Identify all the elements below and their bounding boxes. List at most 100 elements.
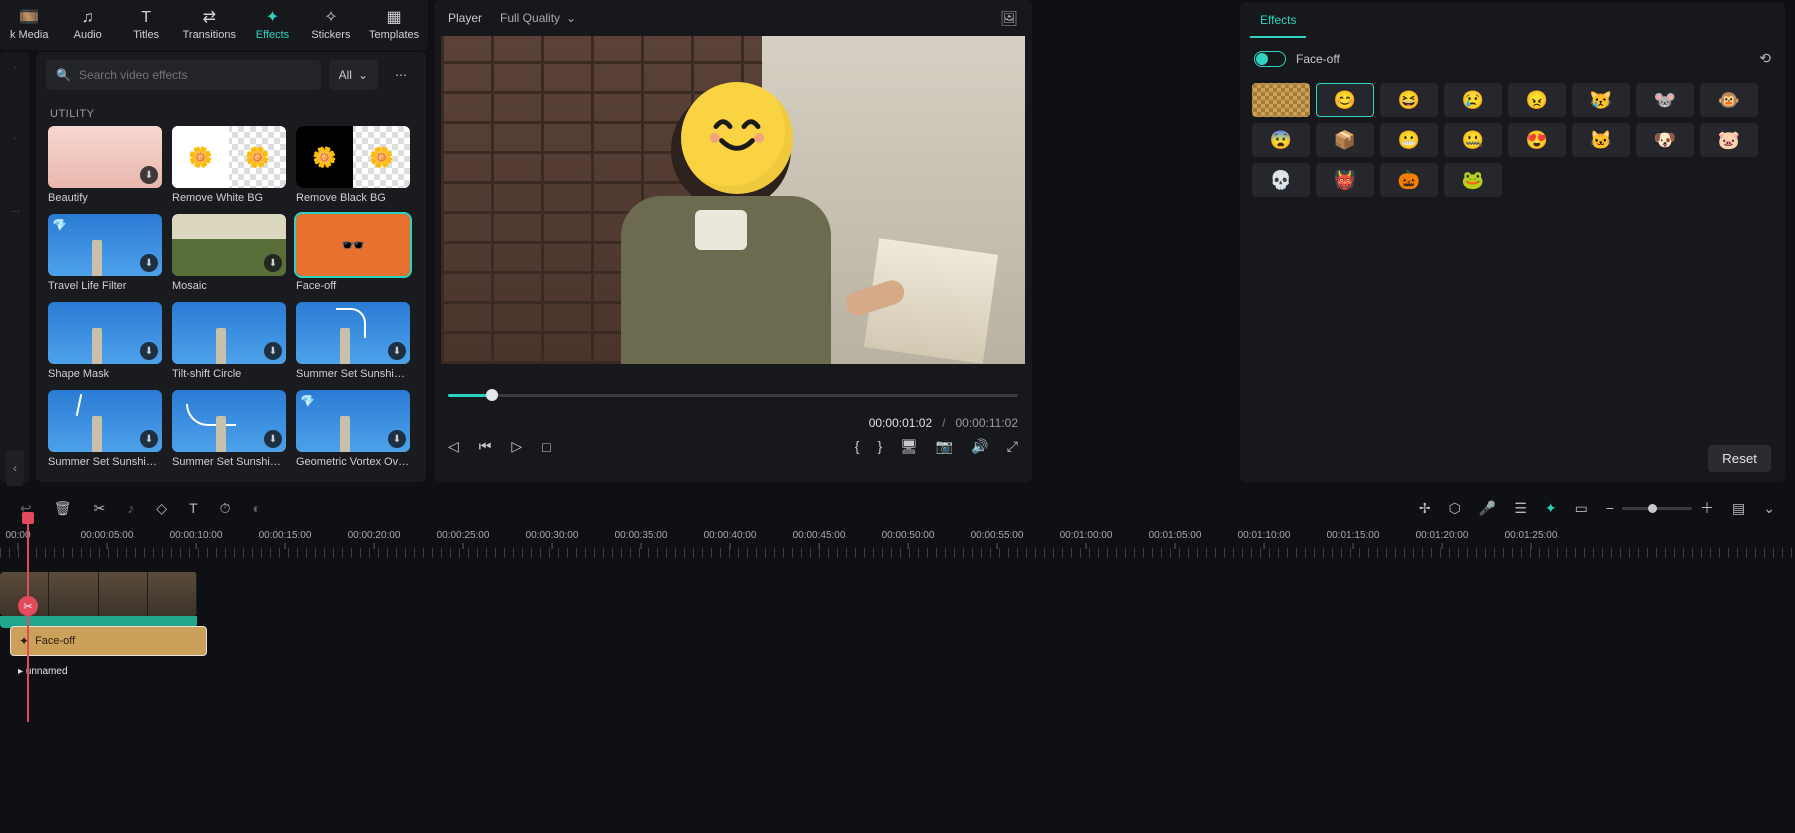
rail-item[interactable]: … — [10, 204, 20, 215]
quality-dropdown[interactable]: Full Quality ⌄ — [500, 11, 576, 25]
timeline-ruler[interactable]: 00:0000:00:05:0000:00:10:0000:00:15:0000… — [0, 526, 1795, 566]
tab-templates[interactable]: ▦ Templates — [360, 1, 428, 49]
effect-item-travel-life[interactable]: 💎 ⬇ Travel Life Filter — [48, 214, 162, 292]
download-icon[interactable]: ⬇ — [264, 430, 282, 448]
reset-button[interactable]: Reset — [1708, 445, 1771, 472]
effect-item-remove-black-bg[interactable]: 🌼🌼 Remove Black BG — [296, 126, 410, 204]
effect-item-tilt-shift[interactable]: ⬇ Tilt-shift Circle — [172, 302, 286, 380]
face-preset-ogre[interactable]: 👹 — [1316, 163, 1374, 197]
playhead-scissors-icon[interactable]: ✂ — [18, 596, 38, 616]
face-preset-dog[interactable]: 🐶 — [1636, 123, 1694, 157]
effect-item-beautify[interactable]: ⬇ Beautify — [48, 126, 162, 204]
display-icon[interactable]: 🖥 — [900, 438, 918, 455]
face-preset-frog[interactable]: 🐸 — [1444, 163, 1502, 197]
download-icon[interactable]: ⬇ — [388, 430, 406, 448]
color-tool-icon[interactable]: ◐ — [253, 500, 261, 516]
download-icon[interactable]: ⬇ — [264, 342, 282, 360]
effect-item-sunshine-3[interactable]: ⬇ Summer Set Sunshine ... — [172, 390, 286, 468]
face-preset-cat[interactable]: 😿 — [1572, 83, 1630, 117]
rail-item[interactable]: · — [13, 133, 16, 144]
seek-thumb[interactable] — [486, 389, 498, 401]
timeline-tracks[interactable]: ✦ Face-off ▸ unnamed — [0, 572, 1795, 752]
crop-tool-icon[interactable]: ◇ — [156, 500, 167, 517]
delete-tool-icon[interactable]: 🗑 — [54, 500, 72, 517]
effect-item-remove-white-bg[interactable]: 🌼🌼 Remove White BG — [172, 126, 286, 204]
download-icon[interactable]: ⬇ — [140, 342, 158, 360]
speed-tool-icon[interactable]: ⏱ — [220, 500, 231, 517]
effect-item-geometric-vortex[interactable]: 💎 ⬇ Geometric Vortex Ove... — [296, 390, 410, 468]
split-tool-icon[interactable]: ✂ — [94, 500, 106, 517]
tab-stickers[interactable]: ✧ Stickers — [302, 1, 360, 49]
face-preset-cry[interactable]: 😢 — [1444, 83, 1502, 117]
text-tool-icon[interactable]: T — [189, 500, 198, 516]
mic-tool-icon[interactable]: 🎤 — [1479, 500, 1496, 517]
effect-item-shape-mask[interactable]: ⬇ Shape Mask — [48, 302, 162, 380]
tab-titles[interactable]: T Titles — [117, 1, 175, 49]
tab-effects[interactable]: ✦ Effects — [243, 1, 301, 49]
properties-tab-effects[interactable]: Effects — [1250, 5, 1306, 38]
magnetic-tool-icon[interactable]: ✦ — [1545, 500, 1557, 517]
fullscreen-icon[interactable]: ⤢ — [1007, 438, 1018, 455]
face-preset-angry[interactable]: 😠 — [1508, 83, 1566, 117]
camera-icon[interactable]: 📷 — [936, 438, 953, 455]
face-preset-skull[interactable]: 💀 — [1252, 163, 1310, 197]
effect-item-sunshine-2[interactable]: ⬇ Summer Set Sunshine ... — [48, 390, 162, 468]
tab-audio[interactable]: ♫ Audio — [58, 1, 116, 49]
marker-tool-icon[interactable]: ⬡ — [1449, 500, 1461, 517]
preview-monitor[interactable] — [441, 36, 1025, 364]
face-preset-zipper[interactable]: 🤐 — [1444, 123, 1502, 157]
face-preset-grimace[interactable]: 😬 — [1380, 123, 1438, 157]
effect-clip-face-off[interactable]: ✦ Face-off — [10, 626, 207, 656]
tab-media[interactable]: 🎞️ k Media — [0, 1, 58, 49]
playhead[interactable]: ✂ — [27, 522, 29, 722]
mark-in-icon[interactable]: { — [855, 438, 860, 455]
download-icon[interactable]: ⬇ — [140, 430, 158, 448]
zoom-slider[interactable] — [1622, 507, 1692, 510]
rail-item[interactable]: · — [13, 62, 16, 73]
face-preset-mouse[interactable]: 🐭 — [1636, 83, 1694, 117]
download-icon[interactable]: ⬇ — [388, 342, 406, 360]
effect-item-sunshine-1[interactable]: ⬇ Summer Set Sunshine ... — [296, 302, 410, 380]
ai-tool-icon[interactable]: ✢ — [1419, 500, 1431, 517]
face-preset-box[interactable]: 📦 — [1316, 123, 1374, 157]
face-preset-scared[interactable]: 😨 — [1252, 123, 1310, 157]
aspect-tool-icon[interactable]: ▭ — [1575, 500, 1588, 517]
download-icon[interactable]: ⬇ — [140, 254, 158, 272]
face-preset-pig[interactable]: 🐷 — [1700, 123, 1758, 157]
zoom-in-button[interactable]: ＋ — [1700, 498, 1714, 518]
collapse-left-rail[interactable]: ‹ — [6, 450, 24, 486]
face-preset-kitty[interactable]: 🐱 — [1572, 123, 1630, 157]
effect-item-mosaic[interactable]: ⬇ Mosaic — [172, 214, 286, 292]
zoom-out-button[interactable]: − — [1606, 500, 1614, 516]
face-preset-pumpkin[interactable]: 🎃 — [1380, 163, 1438, 197]
filter-dropdown[interactable]: All ⌄ — [329, 60, 378, 90]
download-icon[interactable]: ⬇ — [140, 166, 158, 184]
reset-icon[interactable]: ⟲ — [1759, 50, 1771, 67]
face-preset-heart-eyes[interactable]: 😍 — [1508, 123, 1566, 157]
effect-item-face-off[interactable]: 🕶️ Face-off — [296, 214, 410, 292]
download-icon[interactable]: ⬇ — [264, 254, 282, 272]
play-button[interactable]: ▷ — [511, 438, 522, 455]
search-box[interactable]: 🔍 — [46, 60, 321, 90]
browser-more-button[interactable]: ⋯ — [386, 60, 416, 90]
mixer-tool-icon[interactable]: ☰ — [1514, 500, 1527, 517]
stop-button[interactable]: □ — [542, 439, 550, 455]
face-off-toggle[interactable] — [1254, 51, 1286, 67]
face-preset-pixelate[interactable] — [1252, 83, 1310, 117]
face-preset-monkey[interactable]: 🐵 — [1700, 83, 1758, 117]
snapshot-icon[interactable]: 🖼 — [1000, 10, 1018, 27]
step-back-button[interactable]: ⏮ — [479, 438, 492, 455]
tab-transitions[interactable]: ⇄ Transitions — [175, 1, 243, 49]
chevron-down-icon[interactable]: ⌄ — [1763, 500, 1775, 517]
ruler-tick: 00:00:50:00 — [882, 530, 935, 549]
face-preset-laugh[interactable]: 😆 — [1380, 83, 1438, 117]
search-input[interactable] — [79, 68, 311, 82]
music-tool-icon[interactable]: ♪ — [127, 500, 134, 516]
track-layout-icon[interactable]: ▤ — [1732, 500, 1745, 517]
prev-frame-button[interactable]: ◁ — [448, 438, 459, 455]
volume-icon[interactable]: 🔊 — [971, 438, 988, 455]
face-preset-smile[interactable]: 😊 — [1316, 83, 1374, 117]
player-seek-bar[interactable] — [448, 384, 1018, 408]
playhead-cap[interactable] — [22, 512, 34, 524]
mark-out-icon[interactable]: } — [877, 438, 882, 455]
